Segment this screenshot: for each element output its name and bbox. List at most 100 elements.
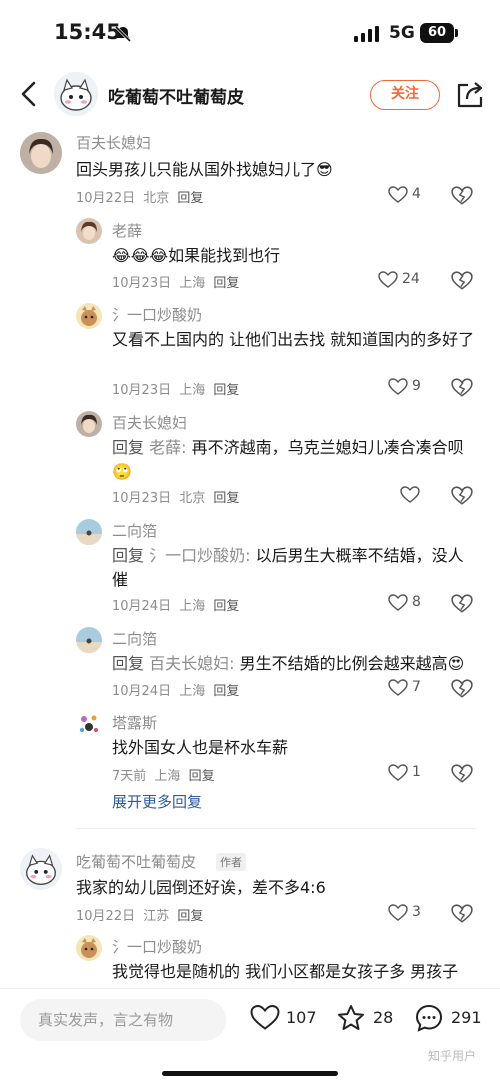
bottom-action-bar: 真实发声，言之有物 107 28 291 知乎用户 [0, 988, 500, 1083]
heart-icon [388, 186, 408, 203]
reply-prefix: 回复 [112, 546, 145, 565]
comment-author[interactable]: 氵一口炒酸奶 [112, 936, 202, 957]
heart-icon [388, 378, 408, 395]
heart-icon [388, 594, 408, 611]
dislike-icon[interactable] [451, 678, 473, 700]
avatar[interactable] [76, 935, 102, 961]
dislike-icon[interactable] [451, 185, 473, 207]
dislike-icon[interactable] [451, 593, 473, 615]
reply-button[interactable]: 回复 [189, 769, 215, 784]
like-total: 107 [286, 1008, 317, 1027]
avatar[interactable] [76, 411, 102, 437]
signal-icon [354, 26, 379, 42]
comment-bubble-icon[interactable] [414, 1003, 444, 1033]
expand-more-replies[interactable]: 展开更多回复 [112, 791, 202, 812]
heart-icon [388, 764, 408, 781]
like-button[interactable]: 3 [388, 903, 450, 925]
like-button[interactable]: 9 [388, 377, 450, 399]
avatar[interactable] [76, 218, 102, 244]
follow-button[interactable]: 关注 [370, 80, 440, 110]
comment-text: 我家的幼儿园倒还好诶，差不多4:6 [76, 878, 326, 897]
avatar[interactable] [20, 848, 62, 890]
comment-author[interactable]: 二向箔 [112, 628, 157, 649]
comment-author[interactable]: 百夫长媳妇 [112, 412, 187, 433]
reply-button[interactable]: 回复 [213, 599, 239, 614]
reply-button[interactable]: 回复 [177, 191, 203, 206]
dislike-icon[interactable] [451, 763, 473, 785]
comment-location: 上海 [179, 599, 206, 614]
comment-author[interactable]: 百夫长媳妇 [76, 132, 151, 153]
dislike-icon[interactable] [451, 270, 473, 292]
comment-text: 😂😂😂如果能找到也行 [112, 246, 281, 265]
comment-location: 上海 [179, 684, 206, 699]
comment-input[interactable]: 真实发声，言之有物 [20, 999, 226, 1041]
avatar[interactable] [76, 519, 102, 545]
avatar[interactable] [76, 627, 102, 653]
reply-target[interactable]: 老薛: [149, 438, 186, 457]
heart-icon [388, 679, 408, 696]
watermark: 知乎用户 [428, 1049, 477, 1063]
avatar[interactable] [20, 132, 62, 174]
comment-date: 10月22日 [76, 909, 136, 924]
comment-date: 10月22日 [76, 191, 136, 206]
comment-author[interactable]: 氵一口炒酸奶 [112, 304, 202, 325]
reply-target[interactable]: 百夫长媳妇: [149, 654, 234, 673]
heart-icon [378, 271, 398, 288]
battery-icon: 60 [420, 23, 458, 43]
back-arrow-icon[interactable] [16, 78, 44, 110]
like-count: 9 [412, 378, 421, 394]
like-button[interactable]: 8 [388, 593, 450, 615]
avatar[interactable] [76, 711, 102, 737]
like-count: 24 [402, 271, 420, 287]
like-count: 3 [412, 904, 421, 920]
reply-button[interactable]: 回复 [213, 383, 239, 398]
reply-button[interactable]: 回复 [213, 684, 239, 699]
heart-icon [388, 904, 408, 921]
mute-bell-icon [114, 25, 132, 43]
star-icon[interactable] [336, 1003, 366, 1033]
comment-meta: 10月22日 江苏 回复 [76, 905, 207, 924]
reply-prefix: 回复 [112, 654, 145, 673]
comment-meta: 10月23日 上海 回复 [112, 272, 243, 291]
comment-text: 回复 氵一口炒酸奶: 以后男生大概率不结婚，没人催 [112, 544, 476, 592]
home-indicator[interactable] [162, 1071, 338, 1076]
comment-location: 北京 [179, 491, 206, 506]
divider [76, 828, 476, 829]
comment-text: 回头男孩儿只能从国外找媳妇儿了😎 [76, 160, 333, 179]
share-icon[interactable] [455, 80, 485, 110]
comment-meta: 10月24日 上海 回复 [112, 595, 243, 614]
like-button[interactable]: 4 [388, 185, 450, 207]
like-button[interactable]: 1 [388, 763, 450, 785]
comment-author[interactable]: 塔露斯 [112, 712, 157, 733]
reply-prefix: 回复 [112, 438, 145, 457]
heart-icon[interactable] [250, 1003, 280, 1033]
like-button[interactable]: 7 [388, 678, 450, 700]
like-count: 8 [412, 594, 421, 610]
comment-text: 回复 百夫长媳妇: 男生不结婚的比例会越来越高😍 [112, 652, 486, 676]
reply-button[interactable]: 回复 [177, 909, 203, 924]
comment-meta: 10月22日 北京 回复 [76, 187, 207, 206]
author-avatar[interactable] [54, 72, 98, 116]
comment-location: 北京 [143, 191, 170, 206]
network-type: 5G [389, 23, 415, 43]
heart-icon [400, 486, 420, 503]
like-count: 4 [412, 186, 421, 202]
avatar[interactable] [76, 303, 102, 329]
comment-date: 10月24日 [112, 599, 172, 614]
comment-author[interactable]: 二向箔 [112, 520, 157, 541]
comment-date: 10月23日 [112, 383, 172, 398]
reply-button[interactable]: 回复 [213, 491, 239, 506]
reply-button[interactable]: 回复 [213, 276, 239, 291]
like-count: 7 [412, 679, 421, 695]
comment-author[interactable]: 吃葡萄不吐葡萄皮 [76, 851, 196, 872]
like-button[interactable]: 24 [378, 270, 440, 292]
dislike-icon[interactable] [451, 485, 473, 507]
dislike-icon[interactable] [451, 377, 473, 399]
comment-text: 找外国女人也是杯水车薪 [112, 738, 289, 757]
reply-target[interactable]: 氵一口炒酸奶: [149, 546, 250, 565]
comment-author[interactable]: 老薛 [112, 220, 142, 241]
dislike-icon[interactable] [451, 903, 473, 925]
comment-date: 10月23日 [112, 491, 172, 506]
comment-meta: 10月23日 北京 回复 [112, 487, 243, 506]
page-title: 吃葡萄不吐葡萄皮 [108, 88, 244, 108]
